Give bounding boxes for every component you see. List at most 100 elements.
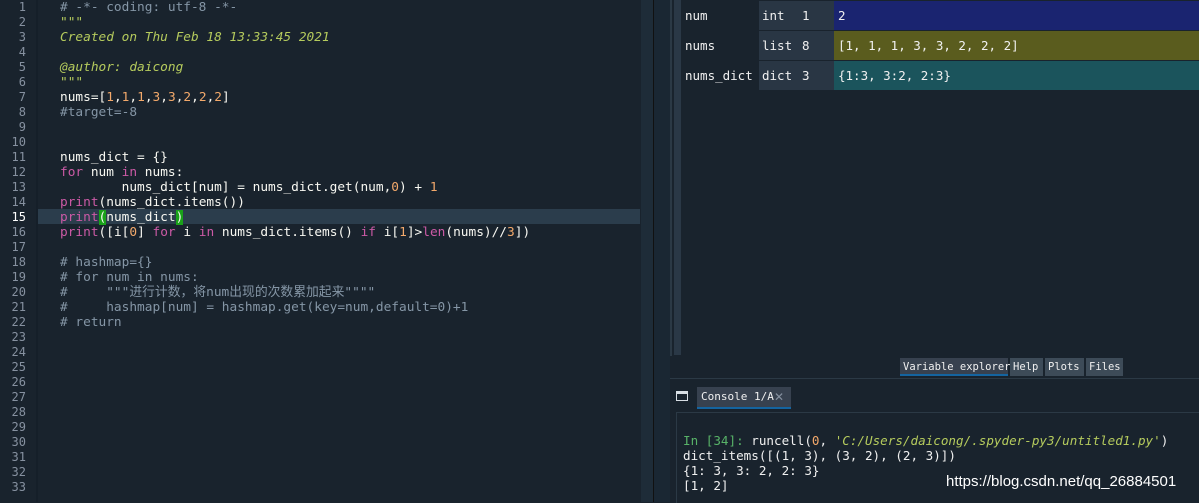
variable-name: nums_dict [682, 61, 760, 90]
number: 0 [811, 433, 820, 448]
number: 1 [121, 90, 130, 105]
tab-help[interactable]: Help [1010, 358, 1043, 376]
number: 2 [198, 90, 207, 105]
code-text: i [175, 225, 199, 240]
code-line-16[interactable]: print([i[0] for i in nums_dict.items() i… [60, 225, 530, 240]
code-line-22[interactable]: # return [60, 315, 122, 330]
code-text: ([i[ [98, 225, 130, 240]
console-text: ) [1160, 433, 1169, 448]
matched-paren: ) [175, 210, 184, 225]
line-number: 24 [11, 345, 26, 359]
number: 3 [152, 90, 161, 105]
variable-value: [1, 1, 1, 3, 3, 2, 2, 2] [834, 31, 1199, 60]
line-number: 17 [11, 240, 26, 254]
code-line-21[interactable]: # hashmap[num] = hashmap.get(key=num,def… [60, 300, 468, 315]
variable-row[interactable]: num int 1 2 [682, 1, 1199, 30]
line-number: 19 [11, 270, 26, 284]
code-line-12[interactable]: for num in nums: [60, 165, 183, 180]
watermark: https://blog.csdn.net/qq_26884501 [946, 473, 1177, 490]
code-text: (nums)// [445, 225, 508, 240]
variable-name: nums [682, 31, 760, 60]
code-text: nums_dict.items() [214, 225, 361, 240]
console-text: , [819, 433, 835, 448]
string: 'C:/Users/daicong/.spyder-py3/untitled1.… [834, 433, 1161, 448]
code-line-8[interactable]: #target=-8 [60, 105, 137, 120]
variable-row[interactable]: nums_dict dict 3 {1:3, 3:2, 2:3} [682, 61, 1199, 90]
code-line-7[interactable]: nums=[1,1,1,3,3,2,2,2] [60, 90, 230, 105]
number: 2 [214, 90, 223, 105]
variable-explorer-scrollbar[interactable] [674, 0, 681, 355]
docstring: """ [60, 15, 84, 30]
code-line-5[interactable]: @author: daicong [60, 60, 183, 75]
number: 2 [183, 90, 192, 105]
number: 1 [106, 90, 114, 105]
variable-name: num [682, 1, 760, 30]
line-number: 31 [11, 450, 26, 464]
keyword: in [121, 165, 138, 180]
line-number: 15 [11, 210, 26, 224]
code-text: nums_dict [106, 210, 176, 225]
console-output-line: dict_items([(1, 3), (3, 2), (2, 3)]) [683, 448, 956, 463]
number: 3 [167, 90, 176, 105]
code-line-3[interactable]: Created on Thu Feb 18 13:33:45 2021 [60, 30, 330, 45]
pane-splitter[interactable] [653, 0, 670, 502]
variable-value: 2 [834, 1, 1199, 30]
line-number: 23 [11, 330, 26, 344]
code-line-19[interactable]: # for num in nums: [60, 270, 199, 285]
line-number: 18 [11, 255, 26, 269]
console-browse-icon[interactable] [676, 391, 688, 401]
code-line-11[interactable]: nums_dict = {} [60, 150, 168, 165]
line-number: 28 [11, 405, 26, 419]
comment: # -*- coding: utf-8 -*- [60, 0, 238, 15]
code-line-6[interactable]: """ [60, 75, 83, 90]
tab-files[interactable]: Files [1086, 358, 1123, 376]
line-number: 6 [18, 75, 26, 89]
variable-size: 3 [800, 61, 834, 90]
variable-size: 1 [800, 1, 834, 30]
code-text: ]> [406, 225, 423, 240]
variable-explorer: num int 1 2 nums list 8 [1, 1, 1, 3, 3, 2, 2, 2… [670, 0, 1199, 356]
keyword: in [198, 225, 215, 240]
input-prompt: In [34]: [683, 433, 744, 448]
code-text: nums_dict[num] = nums_dict.get(num, [60, 180, 392, 195]
pane-separator [670, 378, 1199, 382]
variable-type: list [759, 31, 802, 60]
code-line-14[interactable]: print(nums_dict.items()) [60, 195, 245, 210]
code-line-15[interactable]: print(nums_dict) [60, 210, 184, 225]
tab-plots[interactable]: Plots [1045, 358, 1084, 376]
line-number: 25 [11, 360, 26, 374]
line-number: 29 [11, 420, 26, 434]
editor-scrollbar[interactable] [641, 0, 653, 502]
console-input-line: In [34]: runcell(0, 'C:/Users/daicong/.s… [683, 433, 1168, 448]
code-editor[interactable]: 1 2 3 4 5 6 7 8 9 10 11 12 13 14 15 16 17 18 19 20 21 22 23 24 2… [0, 0, 653, 502]
console-header: Console 1/A ✕ [670, 384, 1199, 412]
variable-value: {1:3, 3:2, 2:3} [834, 61, 1199, 90]
code-text: ]) [514, 225, 531, 240]
code-text: i[ [375, 225, 400, 240]
line-number: 2 [18, 15, 26, 29]
code-line-13[interactable]: nums_dict[num] = nums_dict.get(num,0) + … [60, 180, 438, 195]
code-text: ] [137, 225, 153, 240]
keyword: if [360, 225, 376, 240]
close-icon[interactable]: ✕ [774, 390, 784, 404]
code-line-2[interactable]: """ [60, 15, 83, 30]
code-line-20[interactable]: # """进行计数，将num出现的次数累加起来"""" [60, 285, 375, 300]
variable-row[interactable]: nums list 8 [1, 1, 1, 3, 3, 2, 2, 2] [682, 31, 1199, 60]
code-line-1[interactable]: # -*- coding: utf-8 -*- [60, 0, 237, 15]
builtin: print [60, 195, 99, 210]
docstring: Created on Thu Feb 18 13:33:45 2021 [60, 30, 330, 45]
comment: # return [60, 315, 122, 330]
code-text: ] [222, 90, 230, 105]
line-number: 33 [11, 480, 26, 494]
line-number: 27 [11, 390, 26, 404]
code-text: nums=[ [60, 90, 107, 105]
variable-type: dict [759, 61, 802, 90]
comment: #target=-8 [60, 105, 138, 120]
variable-type: int [759, 1, 802, 30]
line-number: 14 [11, 195, 26, 209]
line-number: 20 [11, 285, 26, 299]
tab-console[interactable]: Console 1/A ✕ [697, 387, 791, 409]
code-line-18[interactable]: # hashmap={} [60, 255, 152, 270]
tab-variable-explorer[interactable]: Variable explorer [900, 358, 1010, 376]
line-number: 11 [11, 150, 26, 164]
